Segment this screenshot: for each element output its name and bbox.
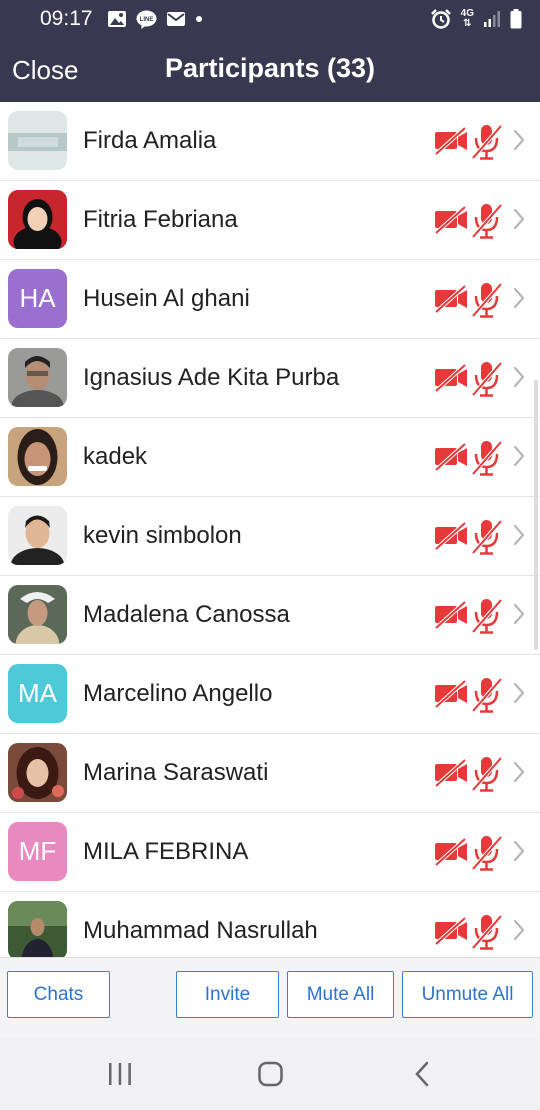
avatar-initials: HA [8, 269, 67, 328]
svg-text:LINE: LINE [139, 17, 153, 23]
notification-icons: LINE [107, 10, 203, 29]
participant-row[interactable]: HA Husein Al ghani [0, 260, 540, 339]
participant-name: kadek [83, 443, 148, 470]
chevron-right-icon[interactable] [512, 682, 526, 709]
system-icons: 4G ⇅ [430, 9, 522, 30]
chevron-right-icon[interactable] [512, 603, 526, 630]
mic-muted-icon [470, 123, 504, 166]
video-off-icon [434, 204, 469, 241]
alarm-icon [430, 8, 452, 30]
battery-icon [510, 9, 522, 29]
avatar-photo [8, 427, 67, 486]
chevron-right-icon[interactable] [512, 445, 526, 472]
avatar-initials: MF [8, 822, 67, 881]
unmute-all-button[interactable]: Unmute All [402, 971, 533, 1018]
mic-muted-icon [470, 202, 504, 245]
participant-name: Fitria Febriana [83, 206, 238, 233]
chevron-right-icon[interactable] [512, 840, 526, 867]
mic-muted-icon [470, 834, 504, 877]
video-off-icon [434, 283, 469, 320]
video-off-icon [434, 599, 469, 636]
chevron-right-icon[interactable] [512, 524, 526, 551]
participant-row[interactable]: Firda Amalia [0, 102, 540, 181]
video-off-icon [434, 915, 469, 952]
navigation-bar [0, 1038, 540, 1110]
header: Close Participants (33) [0, 38, 540, 102]
home-icon[interactable] [257, 1061, 285, 1087]
video-off-icon [434, 678, 469, 715]
participant-row[interactable]: Madalena Canossa [0, 576, 540, 655]
participant-row[interactable]: kevin simbolon [0, 497, 540, 576]
avatar-photo [8, 743, 67, 802]
avatar-photo [8, 111, 67, 170]
mic-muted-icon [470, 518, 504, 561]
line-app-icon: LINE [136, 10, 157, 29]
chevron-right-icon[interactable] [512, 208, 526, 235]
participant-name: kevin simbolon [83, 522, 242, 549]
video-off-icon [434, 836, 469, 873]
back-icon[interactable] [410, 1060, 434, 1088]
avatar-photo [8, 901, 67, 957]
list-scrollbar[interactable] [534, 380, 538, 650]
bottom-toolbar: Chats Invite Mute All Unmute All [0, 957, 540, 1038]
video-off-icon [434, 125, 469, 162]
participant-name: Husein Al ghani [83, 285, 250, 312]
participant-name: Muhammad Nasrullah [83, 917, 318, 944]
dot-icon [195, 15, 203, 23]
participant-row[interactable]: MA Marcelino Angello [0, 655, 540, 734]
mic-muted-icon [470, 913, 504, 956]
video-off-icon [434, 362, 469, 399]
mic-muted-icon [470, 360, 504, 403]
chevron-right-icon[interactable] [512, 287, 526, 314]
avatar-photo [8, 348, 67, 407]
mute-all-button[interactable]: Mute All [287, 971, 394, 1018]
mic-muted-icon [470, 597, 504, 640]
participant-row[interactable]: Fitria Febriana [0, 181, 540, 260]
mail-icon [166, 11, 186, 27]
status-bar: 09:17 LINE 4G ⇅ [0, 0, 540, 38]
status-time: 09:17 [40, 7, 93, 30]
avatar-photo [8, 190, 67, 249]
chevron-right-icon[interactable] [512, 129, 526, 156]
participant-name: Madalena Canossa [83, 601, 290, 628]
chevron-right-icon[interactable] [512, 761, 526, 788]
video-off-icon [434, 441, 469, 478]
recent-apps-icon[interactable] [106, 1062, 134, 1086]
chats-button[interactable]: Chats [7, 971, 110, 1018]
signal-icon [483, 10, 501, 28]
avatar-photo [8, 585, 67, 644]
participant-name: Ignasius Ade Kita Purba [83, 364, 340, 391]
video-off-icon [434, 757, 469, 794]
participant-row[interactable]: kadek [0, 418, 540, 497]
data-arrows-icon: ⇅ [463, 18, 472, 29]
mic-muted-icon [470, 676, 504, 719]
participant-name: Marina Saraswati [83, 759, 269, 786]
participant-name: Marcelino Angello [83, 680, 273, 707]
mic-muted-icon [470, 281, 504, 324]
participant-row[interactable]: Marina Saraswati [0, 734, 540, 813]
invite-button[interactable]: Invite [176, 971, 279, 1018]
mic-muted-icon [470, 439, 504, 482]
participant-row[interactable]: Ignasius Ade Kita Purba [0, 339, 540, 418]
participants-list[interactable]: Firda Amalia Fitria Febriana HA Husein Al g… [0, 102, 540, 957]
gallery-icon [107, 10, 127, 28]
participant-row[interactable]: MF MILA FEBRINA [0, 813, 540, 892]
participants-screen: 09:17 LINE 4G ⇅ Close Participants (33) … [0, 0, 540, 1110]
participant-name: MILA FEBRINA [83, 838, 249, 865]
chevron-right-icon[interactable] [512, 366, 526, 393]
video-off-icon [434, 520, 469, 557]
mic-muted-icon [470, 755, 504, 798]
avatar-photo [8, 506, 67, 565]
avatar-initials: MA [8, 664, 67, 723]
participant-row[interactable]: Muhammad Nasrullah [0, 892, 540, 957]
page-title: Participants (33) [164, 53, 376, 83]
chevron-right-icon[interactable] [512, 919, 526, 946]
participant-name: Firda Amalia [83, 127, 217, 154]
network-indicator: 4G ⇅ [461, 9, 474, 29]
